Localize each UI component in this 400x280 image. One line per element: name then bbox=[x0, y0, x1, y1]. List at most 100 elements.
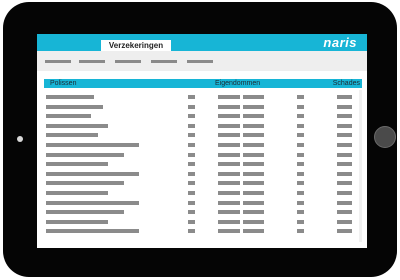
row-policy-marker bbox=[188, 181, 195, 185]
row-policy-name bbox=[46, 181, 124, 185]
row-property-marker bbox=[297, 153, 304, 157]
row-claims-value bbox=[337, 124, 352, 128]
row-property-value bbox=[218, 201, 240, 205]
home-button[interactable] bbox=[374, 126, 396, 148]
row-property-value bbox=[243, 153, 264, 157]
column-header-polissen: Polissen bbox=[50, 80, 77, 87]
row-policy-marker bbox=[188, 191, 195, 195]
row-claims-value bbox=[337, 172, 352, 176]
row-policy-marker bbox=[188, 201, 195, 205]
row-property-value bbox=[218, 172, 240, 176]
row-property-marker bbox=[297, 124, 304, 128]
row-property-value bbox=[218, 133, 240, 137]
row-property-value bbox=[218, 181, 240, 185]
row-property-value bbox=[243, 220, 264, 224]
nav-item[interactable] bbox=[187, 60, 213, 63]
row-property-marker bbox=[297, 191, 304, 195]
row-property-value bbox=[218, 162, 240, 166]
row-property-value bbox=[243, 124, 264, 128]
row-policy-name bbox=[46, 143, 139, 147]
row-policy-marker bbox=[188, 229, 195, 233]
row-property-marker bbox=[297, 210, 304, 214]
nav-item[interactable] bbox=[45, 60, 71, 63]
row-policy-name bbox=[46, 210, 124, 214]
row-property-value bbox=[243, 133, 264, 137]
row-property-value bbox=[243, 181, 264, 185]
row-property-marker bbox=[297, 229, 304, 233]
row-claims-value bbox=[337, 105, 352, 109]
row-policy-name bbox=[46, 124, 108, 128]
row-policy-name bbox=[46, 220, 108, 224]
row-property-value bbox=[218, 153, 240, 157]
row-property-marker bbox=[297, 181, 304, 185]
row-property-marker bbox=[297, 114, 304, 118]
row-claims-value bbox=[337, 162, 352, 166]
row-policy-marker bbox=[188, 124, 195, 128]
nav-item[interactable] bbox=[79, 60, 105, 63]
row-claims-value bbox=[337, 133, 352, 137]
column-header-eigendommen: Eigendommen bbox=[215, 80, 261, 87]
scrollbar[interactable] bbox=[359, 90, 362, 242]
row-property-marker bbox=[297, 105, 304, 109]
row-property-value bbox=[218, 124, 240, 128]
naris-logo: naris bbox=[323, 35, 357, 50]
row-property-value bbox=[243, 191, 264, 195]
row-property-value bbox=[243, 143, 264, 147]
camera-icon bbox=[17, 136, 23, 142]
row-property-value bbox=[218, 114, 240, 118]
row-property-marker bbox=[297, 172, 304, 176]
row-property-marker bbox=[297, 220, 304, 224]
row-property-value bbox=[243, 201, 264, 205]
row-property-marker bbox=[297, 162, 304, 166]
row-claims-value bbox=[337, 210, 352, 214]
row-claims-value bbox=[337, 220, 352, 224]
tablet-frame: Verzekeringen naris Polissen Eigendommen… bbox=[3, 2, 397, 277]
sub-navigation bbox=[37, 51, 367, 71]
row-policy-name bbox=[46, 172, 139, 176]
row-property-marker bbox=[297, 133, 304, 137]
row-policy-name bbox=[46, 95, 94, 99]
row-property-marker bbox=[297, 143, 304, 147]
tab-verzekeringen[interactable]: Verzekeringen bbox=[101, 40, 171, 51]
row-policy-name bbox=[46, 201, 139, 205]
row-policy-marker bbox=[188, 143, 195, 147]
row-claims-value bbox=[337, 95, 352, 99]
row-property-value bbox=[243, 105, 264, 109]
row-policy-marker bbox=[188, 220, 195, 224]
row-policy-marker bbox=[188, 210, 195, 214]
row-policy-name bbox=[46, 229, 139, 233]
row-policy-marker bbox=[188, 105, 195, 109]
row-policy-marker bbox=[188, 114, 195, 118]
nav-item[interactable] bbox=[115, 60, 141, 63]
row-claims-value bbox=[337, 143, 352, 147]
row-policy-name bbox=[46, 153, 124, 157]
row-property-value bbox=[243, 95, 264, 99]
nav-item[interactable] bbox=[151, 60, 177, 63]
row-policy-name bbox=[46, 133, 98, 137]
row-property-value bbox=[218, 220, 240, 224]
row-policy-marker bbox=[188, 172, 195, 176]
row-property-value bbox=[218, 210, 240, 214]
row-property-marker bbox=[297, 95, 304, 99]
row-property-value bbox=[243, 172, 264, 176]
row-property-value bbox=[218, 95, 240, 99]
row-claims-value bbox=[337, 181, 352, 185]
row-policy-marker bbox=[188, 133, 195, 137]
row-policy-name bbox=[46, 105, 103, 109]
row-claims-value bbox=[337, 153, 352, 157]
row-property-value bbox=[243, 162, 264, 166]
row-claims-value bbox=[337, 229, 352, 233]
app-header: Verzekeringen naris bbox=[37, 34, 367, 51]
row-claims-value bbox=[337, 191, 352, 195]
app-screen: Verzekeringen naris Polissen Eigendommen… bbox=[37, 34, 367, 248]
row-policy-name bbox=[46, 114, 91, 118]
row-policy-marker bbox=[188, 153, 195, 157]
row-policy-name bbox=[46, 162, 108, 166]
row-property-value bbox=[218, 143, 240, 147]
row-property-value bbox=[218, 191, 240, 195]
row-claims-value bbox=[337, 114, 352, 118]
row-property-value bbox=[218, 229, 240, 233]
row-property-value bbox=[243, 210, 264, 214]
row-policy-marker bbox=[188, 95, 195, 99]
row-property-marker bbox=[297, 201, 304, 205]
